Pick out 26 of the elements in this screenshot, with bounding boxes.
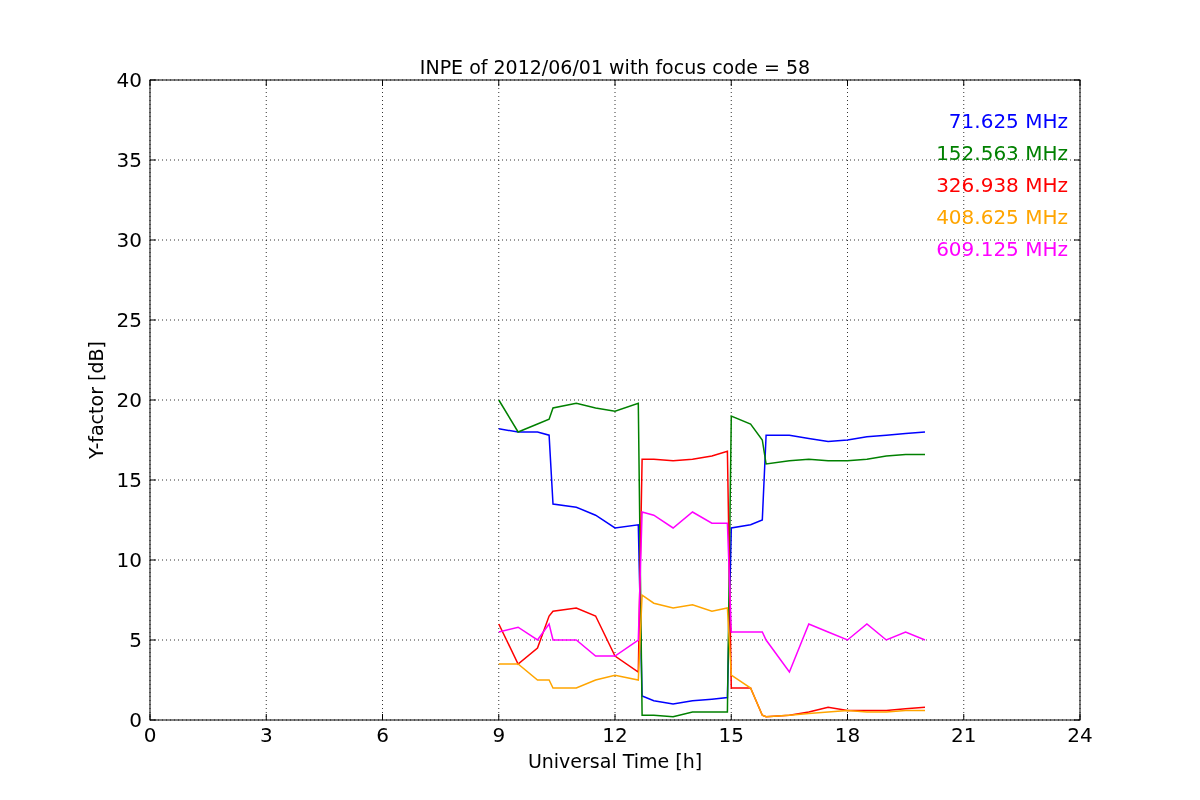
x-tick-label: 6 bbox=[376, 723, 389, 747]
legend-label: 609.125 MHz bbox=[936, 237, 1068, 261]
y-tick-label: 5 bbox=[129, 628, 142, 652]
legend-label: 408.625 MHz bbox=[936, 205, 1068, 229]
y-tick-label: 35 bbox=[116, 148, 142, 172]
y-tick-label: 25 bbox=[116, 308, 142, 332]
x-tick-label: 3 bbox=[259, 723, 273, 747]
x-tick-label: 15 bbox=[718, 723, 744, 747]
x-tick-label: 18 bbox=[834, 723, 861, 747]
x-tick-label: 12 bbox=[602, 723, 628, 747]
x-tick-label: 21 bbox=[951, 723, 977, 747]
y-axis-label: Y-factor [dB] bbox=[85, 341, 107, 459]
y-tick-label: 30 bbox=[116, 228, 142, 252]
chart-title: INPE of 2012/06/01 with focus code = 58 bbox=[419, 56, 811, 78]
legend-label: 71.625 MHz bbox=[948, 109, 1068, 133]
x-tick-label: 24 bbox=[1067, 723, 1093, 747]
y-tick-label: 20 bbox=[116, 388, 142, 412]
y-tick-label: 15 bbox=[116, 468, 142, 492]
y-tick-label: 10 bbox=[116, 548, 142, 572]
x-tick-label: 9 bbox=[492, 723, 506, 747]
legend-label: 152.563 MHz bbox=[936, 141, 1068, 165]
y-tick-label: 40 bbox=[116, 68, 142, 92]
x-axis-label: Universal Time [h] bbox=[527, 750, 703, 772]
legend-label: 326.938 MHz bbox=[936, 173, 1068, 197]
y-tick-label: 0 bbox=[129, 708, 142, 732]
x-tick-label: 0 bbox=[143, 723, 157, 747]
